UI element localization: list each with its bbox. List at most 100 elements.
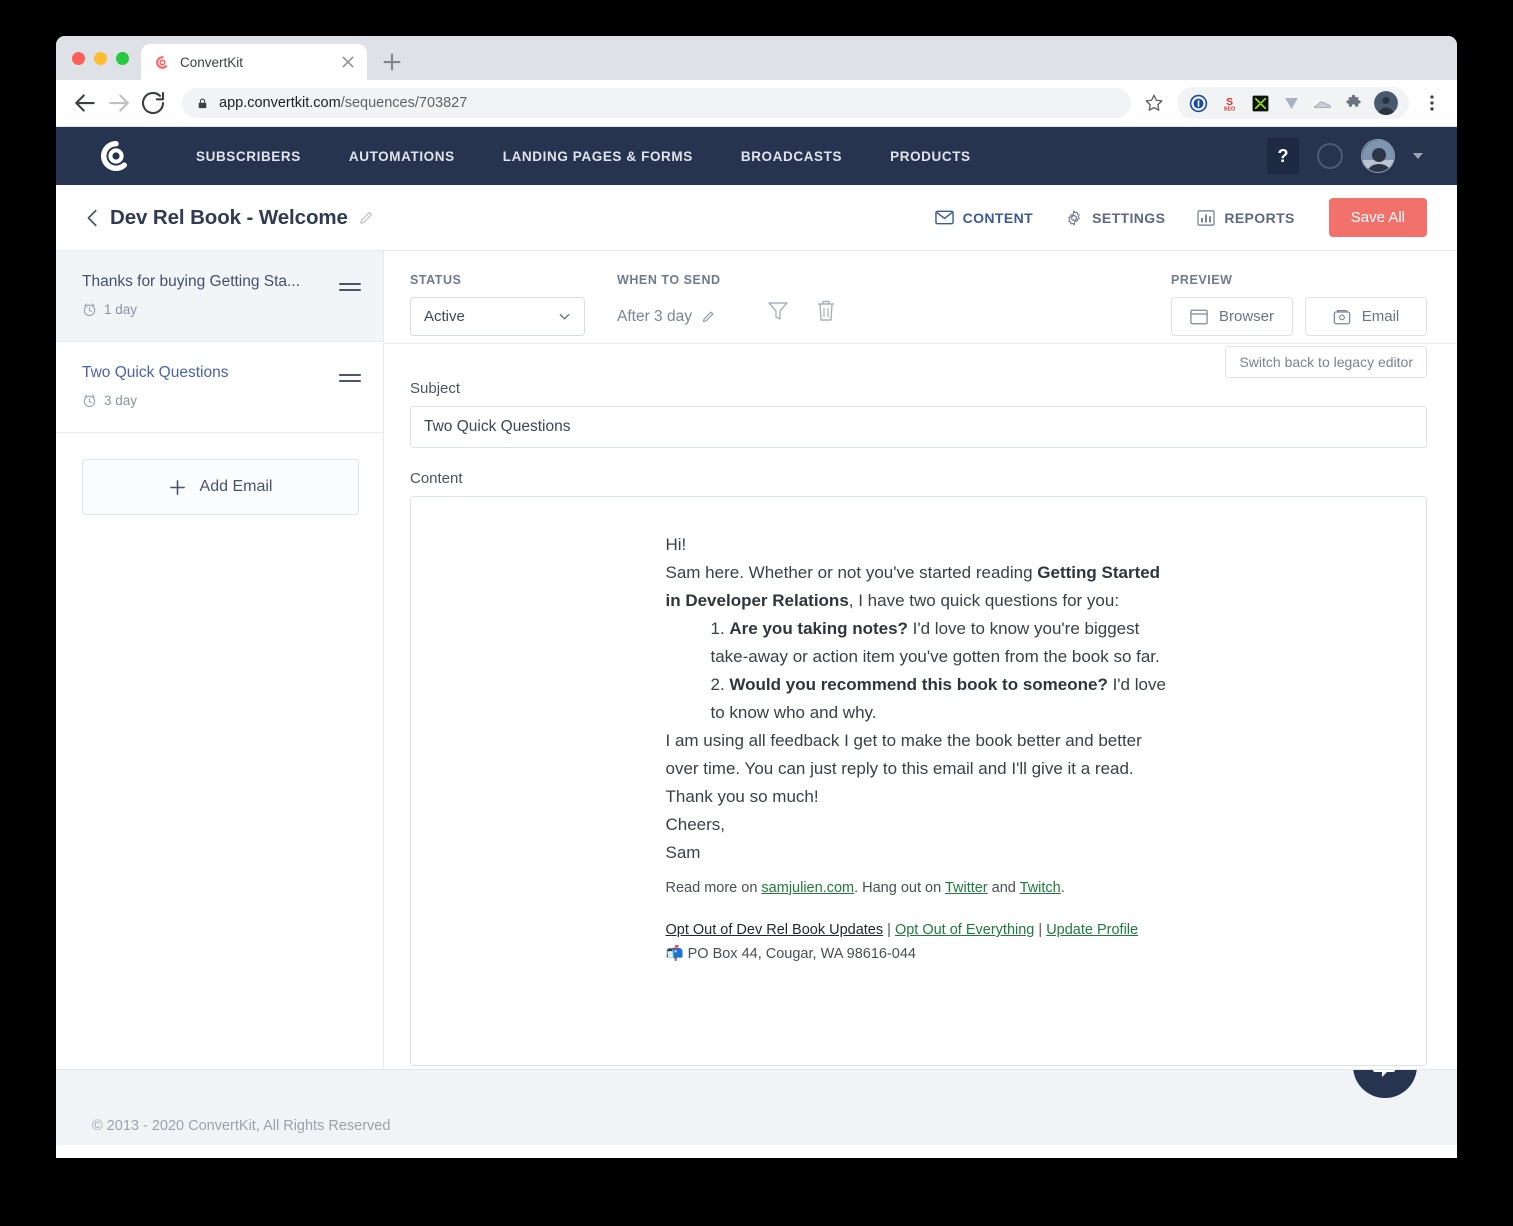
- content-editor[interactable]: Hi! Sam here. Whether or not you've star…: [410, 496, 1427, 1066]
- footer-separator-1: |: [883, 922, 895, 938]
- intercom-chat-icon: [1370, 1069, 1400, 1081]
- envelope-icon: [935, 210, 954, 225]
- email-preview-icon: [1333, 308, 1351, 325]
- sequence-email-text: Two Quick Questions 3 day: [82, 364, 337, 408]
- app-nav-right: ?: [1267, 138, 1423, 174]
- preview-email-label: Email: [1362, 308, 1400, 325]
- pencil-icon[interactable]: [358, 209, 375, 226]
- reload-icon[interactable]: [138, 88, 168, 118]
- body-signoff: Sam: [666, 839, 1172, 867]
- onepassword-icon[interactable]: [1188, 93, 1208, 113]
- fullscreen-icon[interactable]: [1250, 93, 1270, 113]
- sequence-email-item[interactable]: Two Quick Questions 3 day: [56, 342, 383, 433]
- maximize-window-button[interactable]: [116, 52, 129, 65]
- lock-icon: [196, 96, 209, 111]
- sequence-email-meta: 1 day: [82, 302, 337, 317]
- nav-item-broadcasts[interactable]: BROADCASTS: [717, 149, 866, 164]
- link-update-profile[interactable]: Update Profile: [1046, 922, 1138, 938]
- signature-end: .: [1061, 880, 1065, 896]
- app-navbar: SUBSCRIBERS AUTOMATIONS LANDING PAGES & …: [56, 127, 1457, 185]
- signature-mid: . Hang out on: [854, 880, 945, 896]
- email-body[interactable]: Hi! Sam here. Whether or not you've star…: [666, 497, 1172, 965]
- preview-section: PREVIEW Browser: [1171, 273, 1427, 336]
- close-icon[interactable]: [339, 53, 357, 71]
- status-select[interactable]: Active: [410, 297, 585, 336]
- seo-icon[interactable]: SSEO: [1219, 93, 1239, 113]
- puzzle-extension-icon[interactable]: [1343, 93, 1363, 113]
- plus-icon: [169, 479, 186, 496]
- browser-window: ConvertKit app.convertkit.com/sequences/…: [56, 36, 1457, 1158]
- svg-text:SEO: SEO: [1223, 106, 1235, 112]
- new-tab-button[interactable]: [377, 47, 407, 77]
- v-icon[interactable]: [1281, 93, 1301, 113]
- tab-content[interactable]: CONTENT: [919, 210, 1049, 226]
- link-samjulien[interactable]: samjulien.com: [761, 880, 854, 896]
- alarm-clock-icon: [82, 302, 97, 317]
- tab-reports[interactable]: REPORTS: [1181, 210, 1310, 226]
- shoe-icon[interactable]: [1312, 93, 1332, 113]
- app-nav-links: SUBSCRIBERS AUTOMATIONS LANDING PAGES & …: [172, 149, 995, 164]
- preview-buttons: Browser Email: [1171, 297, 1427, 336]
- email-signature: Read more on samjulien.com. Hang out on …: [666, 877, 1172, 899]
- nav-item-subscribers[interactable]: SUBSCRIBERS: [172, 149, 325, 164]
- nav-item-landing-pages-forms[interactable]: LANDING PAGES & FORMS: [479, 149, 717, 164]
- link-twitter[interactable]: Twitter: [945, 880, 988, 896]
- when-to-send-label: WHEN TO SEND: [617, 273, 721, 287]
- user-avatar[interactable]: [1361, 139, 1395, 173]
- app-footer: © 2013 - 2020 ConvertKit, All Rights Res…: [56, 1069, 1457, 1145]
- body-cheers: Cheers,: [666, 811, 1172, 839]
- page-header: Dev Rel Book - Welcome CONTENT SETTINGS: [56, 185, 1457, 251]
- back-chevron-icon[interactable]: [82, 207, 104, 229]
- back-arrow-icon[interactable]: [70, 88, 100, 118]
- pencil-icon[interactable]: [701, 309, 716, 324]
- switch-legacy-editor-button[interactable]: Switch back to legacy editor: [1225, 346, 1427, 378]
- drag-handle-icon[interactable]: [337, 368, 363, 388]
- intercom-chat-button[interactable]: [1353, 1069, 1417, 1098]
- header-actions: CONTENT SETTINGS REPORTS Save All: [919, 198, 1427, 237]
- legacy-editor-row: Switch back to legacy editor: [384, 344, 1457, 380]
- convertkit-favicon: [154, 54, 171, 71]
- body-intro-part1: Sam here. Whether or not you've started …: [666, 563, 1038, 582]
- save-all-button[interactable]: Save All: [1329, 198, 1427, 237]
- chevron-down-icon[interactable]: [1413, 153, 1423, 159]
- help-button[interactable]: ?: [1267, 138, 1299, 174]
- preview-email-button[interactable]: Email: [1305, 297, 1427, 336]
- page-title: Dev Rel Book - Welcome: [110, 206, 348, 230]
- email-footer-links: Opt Out of Dev Rel Book Updates | Opt Ou…: [666, 919, 1172, 965]
- nav-item-products[interactable]: PRODUCTS: [866, 149, 995, 164]
- email-address-line: 📬 PO Box 44, Cougar, WA 98616-044: [666, 943, 1172, 965]
- extensions-group: SSEO: [1177, 87, 1409, 119]
- when-to-send-value: After 3 day: [617, 308, 692, 326]
- body-paragraph-2: I am using all feedback I get to make th…: [666, 727, 1172, 783]
- kebab-menu-icon[interactable]: [1421, 92, 1443, 114]
- profile-avatar[interactable]: [1374, 91, 1398, 115]
- sequence-email-item[interactable]: Thanks for buying Getting Sta... 1 day: [56, 251, 383, 342]
- nav-item-automations[interactable]: AUTOMATIONS: [325, 149, 479, 164]
- link-twitch[interactable]: Twitch: [1020, 880, 1061, 896]
- link-opt-out-book[interactable]: Opt Out of Dev Rel Book Updates: [666, 922, 884, 938]
- minimize-window-button[interactable]: [94, 52, 107, 65]
- url-path: /sequences/703827: [341, 95, 468, 111]
- subject-input[interactable]: Two Quick Questions: [410, 406, 1427, 448]
- tab-content-label: CONTENT: [963, 210, 1033, 226]
- sequence-email-delay: 3 day: [104, 393, 137, 408]
- browser-tab[interactable]: ConvertKit: [141, 44, 367, 80]
- alarm-clock-icon: [82, 393, 97, 408]
- preview-browser-button[interactable]: Browser: [1171, 297, 1293, 336]
- url-text: app.convertkit.com/sequences/703827: [219, 95, 467, 111]
- sequence-email-meta: 3 day: [82, 393, 337, 408]
- notifications-ring-icon[interactable]: [1317, 143, 1343, 169]
- body-list-item-2: 2. Would you recommend this book to some…: [666, 671, 1172, 727]
- add-email-button[interactable]: Add Email: [82, 459, 359, 515]
- address-bar[interactable]: app.convertkit.com/sequences/703827: [182, 88, 1131, 118]
- tab-settings-label: SETTINGS: [1092, 210, 1165, 226]
- close-window-button[interactable]: [72, 52, 85, 65]
- convertkit-logo[interactable]: [96, 136, 136, 176]
- link-opt-out-everything[interactable]: Opt Out of Everything: [895, 922, 1034, 938]
- filter-icon[interactable]: [767, 299, 789, 323]
- drag-handle-icon[interactable]: [337, 277, 363, 297]
- star-icon[interactable]: [1143, 92, 1165, 114]
- tab-settings[interactable]: SETTINGS: [1049, 209, 1181, 227]
- sequence-email-name: Two Quick Questions: [82, 364, 337, 382]
- trash-icon[interactable]: [815, 299, 837, 323]
